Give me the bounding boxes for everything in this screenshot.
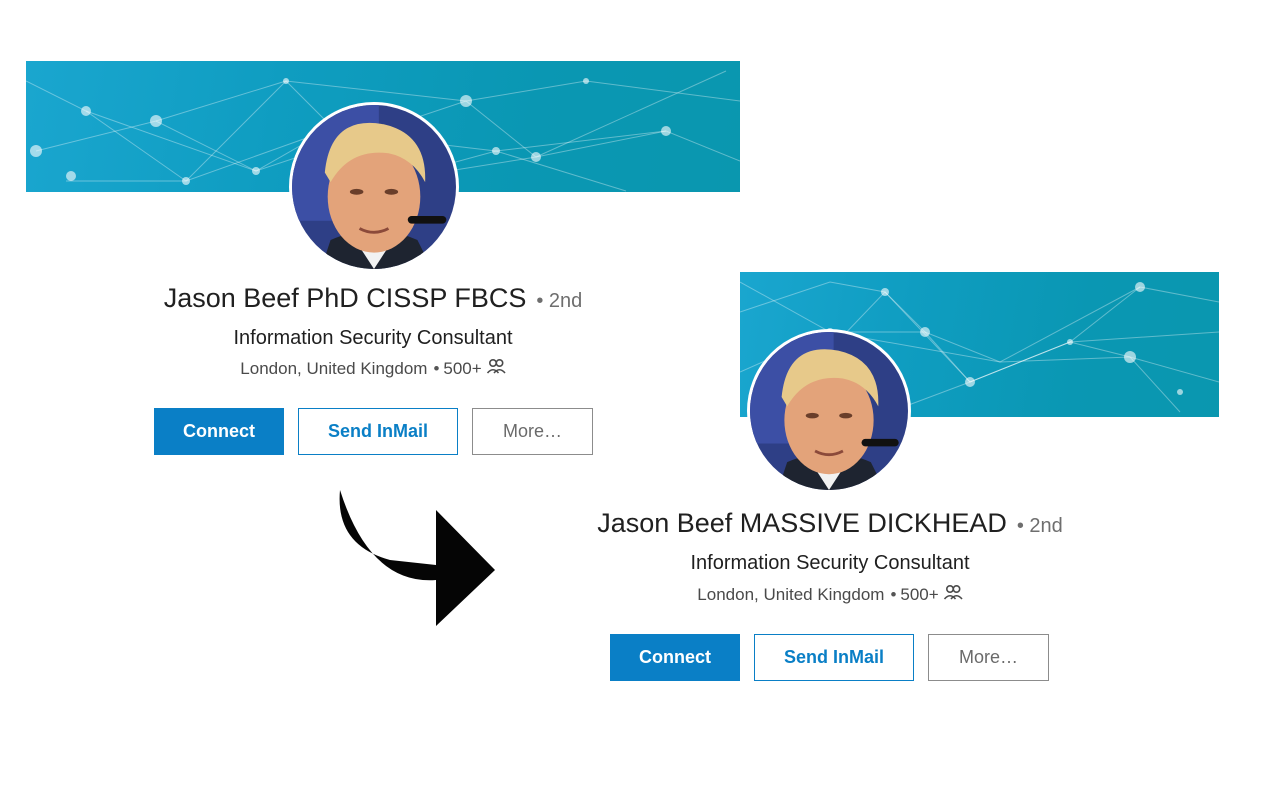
profile-name-row: Jason Beef PhD CISSP FBCS • 2nd bbox=[100, 283, 646, 314]
connection-degree: • 2nd bbox=[1016, 515, 1063, 537]
connect-button[interactable]: Connect bbox=[154, 408, 284, 455]
connections-count: 500+ bbox=[443, 358, 482, 378]
profile-name: Jason Beef MASSIVE DICKHEAD bbox=[597, 508, 1007, 538]
profile-avatar[interactable] bbox=[289, 102, 459, 272]
connections-count: 500+ bbox=[900, 584, 939, 604]
profile-name: Jason Beef PhD CISSP FBCS bbox=[163, 283, 527, 313]
profile-headline: Information Security Consultant bbox=[690, 552, 970, 574]
avatar-photo bbox=[292, 105, 456, 269]
curved-arrow-icon bbox=[339, 490, 495, 626]
profile-card-after-text: Jason Beef MASSIVE DICKHEAD • 2nd Inform… bbox=[570, 0, 1090, 800]
profile-actions: Connect Send InMail More… bbox=[154, 408, 593, 455]
profile-headline: Information Security Consultant bbox=[233, 327, 513, 349]
comparison-stage: Jason Beef PhD CISSP FBCS • 2nd Informat… bbox=[0, 0, 1280, 800]
profile-location: London, United Kingdom bbox=[697, 584, 885, 604]
meta-separator: • bbox=[890, 584, 897, 604]
people-icon bbox=[939, 584, 963, 605]
profile-name-row: Jason Beef MASSIVE DICKHEAD • 2nd bbox=[570, 508, 1090, 539]
people-icon bbox=[482, 358, 506, 379]
profile-location: London, United Kingdom bbox=[240, 358, 428, 378]
send-inmail-button[interactable]: Send InMail bbox=[298, 408, 458, 455]
meta-separator: • bbox=[433, 358, 440, 378]
profile-meta: London, United Kingdom • 500+ bbox=[110, 358, 636, 379]
profile-meta: London, United Kingdom • 500+ bbox=[570, 584, 1090, 605]
